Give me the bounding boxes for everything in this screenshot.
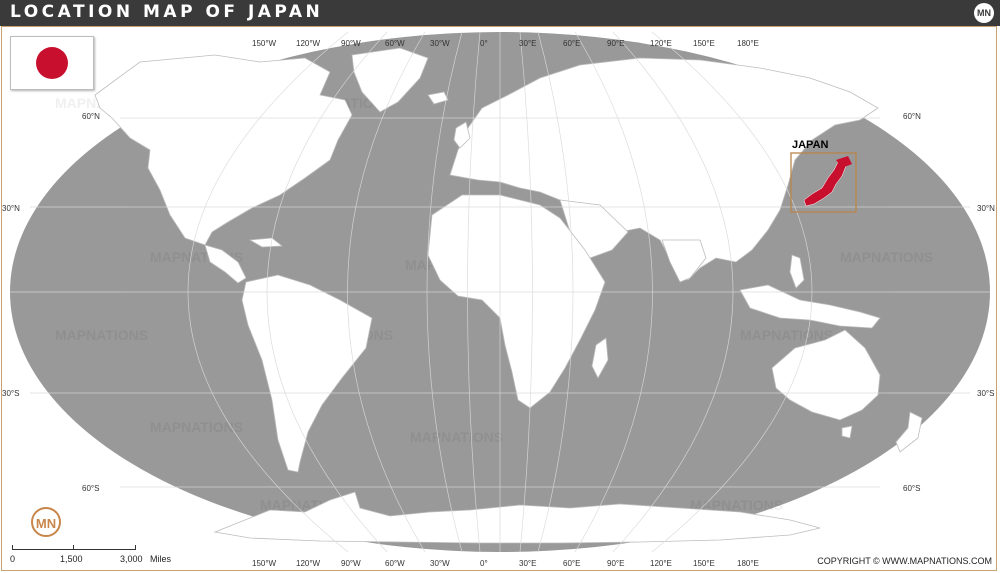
svg-text:150°W: 150°W bbox=[252, 39, 277, 48]
svg-text:60°E: 60°E bbox=[563, 39, 580, 48]
mapnations-logo-icon: MN bbox=[31, 507, 61, 537]
svg-text:MAPNATIONS: MAPNATIONS bbox=[410, 429, 503, 445]
svg-text:60°W: 60°W bbox=[385, 39, 405, 48]
svg-text:150°E: 150°E bbox=[693, 39, 715, 48]
scale-unit: Miles bbox=[150, 554, 172, 564]
japan-flag-icon bbox=[10, 36, 94, 90]
svg-text:180°E: 180°E bbox=[737, 559, 759, 568]
svg-text:30°E: 30°E bbox=[519, 39, 536, 48]
svg-text:MAPNATIONS: MAPNATIONS bbox=[150, 419, 243, 435]
copyright-text: COPYRIGHT © WWW.MAPNATIONS.COM bbox=[817, 556, 992, 566]
svg-text:90°E: 90°E bbox=[607, 559, 624, 568]
svg-text:60°S: 60°S bbox=[903, 484, 920, 493]
svg-text:30°W: 30°W bbox=[430, 39, 450, 48]
svg-text:30°N: 30°N bbox=[2, 204, 20, 213]
tasmania bbox=[841, 425, 853, 439]
scale-label-3000: 3,000 bbox=[120, 554, 143, 564]
longitude-labels-bottom: 150°W 120°W 90°W 60°W 30°W 0° 30°E 60°E … bbox=[252, 559, 759, 568]
svg-text:30°S: 30°S bbox=[977, 389, 994, 398]
svg-text:0°: 0° bbox=[480, 559, 488, 568]
flag-red-disc bbox=[36, 47, 68, 79]
svg-text:150°E: 150°E bbox=[693, 559, 715, 568]
scale-bar-line bbox=[12, 545, 136, 550]
svg-text:30°E: 30°E bbox=[519, 559, 536, 568]
svg-text:30°S: 30°S bbox=[2, 389, 19, 398]
svg-text:120°W: 120°W bbox=[296, 39, 321, 48]
svg-text:MAPNATIONS: MAPNATIONS bbox=[840, 249, 933, 265]
svg-text:120°E: 120°E bbox=[650, 559, 672, 568]
svg-text:MAPNATIONS: MAPNATIONS bbox=[55, 327, 148, 343]
svg-text:30°W: 30°W bbox=[430, 559, 450, 568]
svg-text:60°N: 60°N bbox=[82, 112, 100, 121]
svg-text:60°W: 60°W bbox=[385, 559, 405, 568]
world-map: MAPNATIONS MAPNATIONS MAPNATIONS MAPNATI… bbox=[2, 31, 995, 568]
svg-text:0°: 0° bbox=[480, 39, 488, 48]
svg-text:60°N: 60°N bbox=[903, 112, 921, 121]
svg-text:30°N: 30°N bbox=[977, 204, 995, 213]
svg-text:150°W: 150°W bbox=[252, 559, 277, 568]
country-label: JAPAN bbox=[792, 139, 829, 151]
svg-text:60°E: 60°E bbox=[563, 559, 580, 568]
svg-text:120°E: 120°E bbox=[650, 39, 672, 48]
svg-text:120°W: 120°W bbox=[296, 559, 321, 568]
svg-text:90°W: 90°W bbox=[341, 559, 361, 568]
svg-text:90°W: 90°W bbox=[341, 39, 361, 48]
svg-text:180°E: 180°E bbox=[737, 39, 759, 48]
scale-bar-tick bbox=[73, 545, 74, 550]
svg-text:60°S: 60°S bbox=[82, 484, 99, 493]
svg-text:MAPNATIONS: MAPNATIONS bbox=[740, 327, 833, 343]
scale-label-0: 0 bbox=[10, 554, 16, 564]
svg-text:90°E: 90°E bbox=[607, 39, 624, 48]
scale-label-1500: 1,500 bbox=[60, 554, 83, 564]
